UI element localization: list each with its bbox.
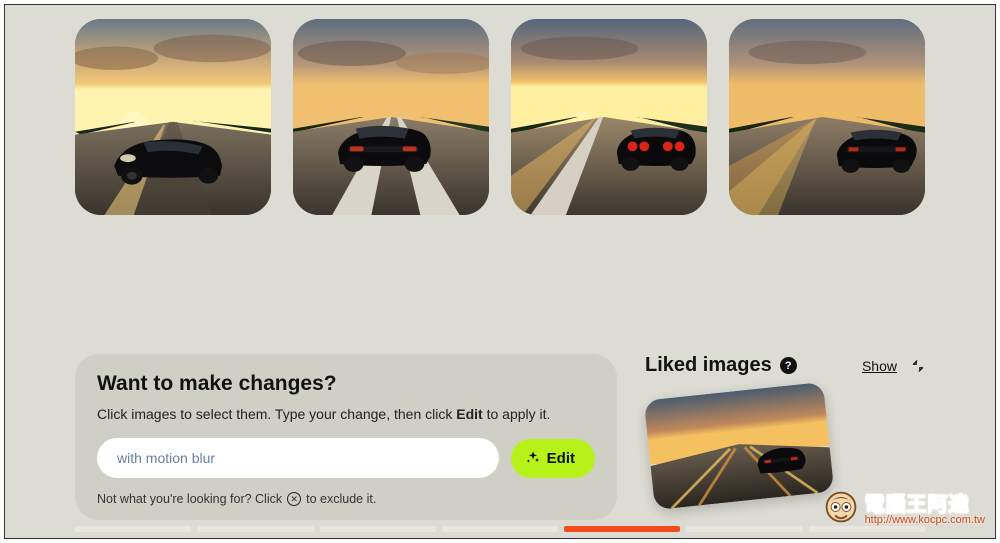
generated-image-1[interactable] bbox=[75, 19, 271, 215]
collapse-icon[interactable] bbox=[911, 359, 925, 373]
edit-panel-title: Want to make changes? bbox=[97, 372, 595, 396]
generated-image-4[interactable] bbox=[729, 19, 925, 215]
progress-seg-2 bbox=[197, 526, 313, 532]
progress-seg-1 bbox=[75, 526, 191, 532]
progress-seg-6 bbox=[686, 526, 802, 532]
generated-image-3[interactable] bbox=[511, 19, 707, 215]
show-link[interactable]: Show bbox=[862, 358, 897, 374]
exclude-icon: ✕ bbox=[287, 492, 301, 506]
generated-image-2[interactable] bbox=[293, 19, 489, 215]
progress-seg-5 bbox=[564, 526, 680, 532]
help-icon[interactable]: ? bbox=[780, 357, 797, 374]
generated-image-row bbox=[5, 5, 995, 215]
exclude-hint: Not what you're looking for? Click ✕ to … bbox=[97, 492, 595, 506]
progress-seg-3 bbox=[320, 526, 436, 532]
edit-panel-instruction: Click images to select them. Type your c… bbox=[97, 406, 595, 422]
liked-title: Liked images bbox=[645, 354, 772, 377]
liked-image-1[interactable] bbox=[644, 382, 835, 510]
progress-seg-4 bbox=[442, 526, 558, 532]
edit-prompt-input[interactable] bbox=[97, 438, 499, 478]
progress-bar bbox=[75, 526, 925, 532]
edit-panel: Want to make changes? Click images to se… bbox=[75, 354, 617, 520]
liked-panel: Liked images ? Show bbox=[645, 354, 925, 520]
sparkle-icon bbox=[525, 450, 541, 466]
progress-seg-7 bbox=[809, 526, 925, 532]
edit-button[interactable]: Edit bbox=[511, 439, 595, 478]
edit-button-label: Edit bbox=[547, 450, 575, 467]
